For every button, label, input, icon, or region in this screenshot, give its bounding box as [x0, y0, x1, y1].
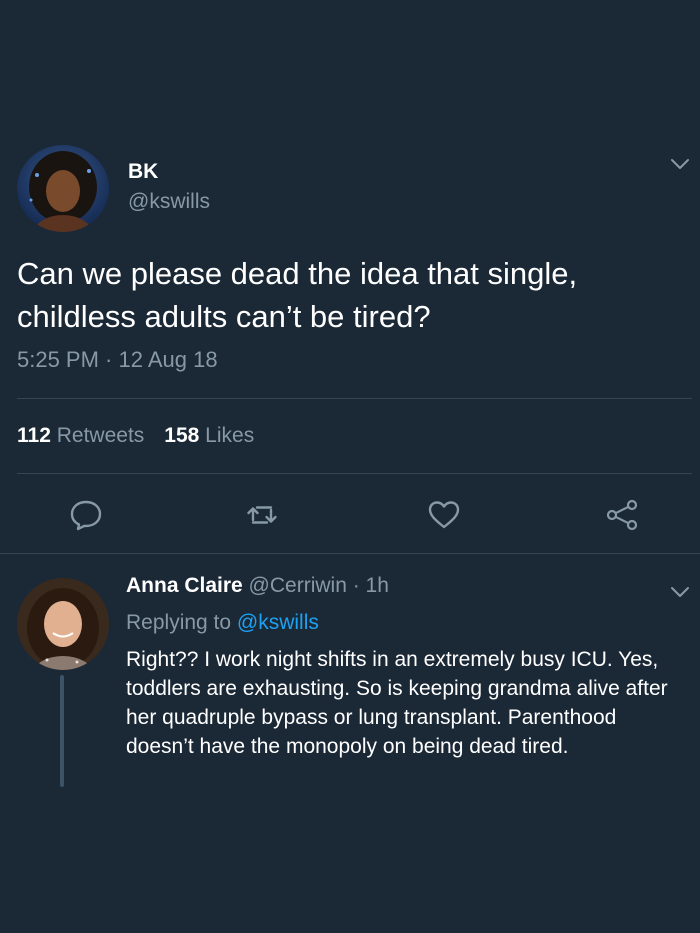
- author-name[interactable]: BK: [128, 160, 158, 184]
- tweet-timestamp[interactable]: 5:25 PM · 12 Aug 18: [17, 347, 218, 373]
- divider: [17, 398, 692, 399]
- reply-author-name[interactable]: Anna Claire: [126, 574, 243, 597]
- divider: [0, 553, 700, 554]
- reply-text: Right?? I work night shifts in an extrem…: [126, 648, 668, 758]
- share-icon[interactable]: [605, 498, 639, 532]
- divider: [17, 473, 692, 474]
- replying-to-handle-link[interactable]: @kswills: [237, 611, 319, 634]
- reply-icon[interactable]: [69, 498, 103, 532]
- tweet-text: Can we please dead the idea that single,…: [17, 256, 578, 334]
- retweet-icon[interactable]: [245, 498, 279, 532]
- reply-author-meta[interactable]: @Cerriwin · 1h: [249, 574, 389, 597]
- engagement-stats: 112 Retweets 158 Likes: [17, 424, 254, 448]
- retweet-count: 112: [17, 424, 51, 447]
- author-handle[interactable]: @kswills: [128, 190, 210, 214]
- chevron-down-icon[interactable]: [668, 580, 692, 604]
- like-count: 158: [164, 424, 200, 447]
- likes-link[interactable]: 158 Likes: [164, 424, 254, 447]
- author-avatar[interactable]: [17, 145, 109, 232]
- retweet-label: Retweets: [56, 424, 145, 447]
- like-label: Likes: [205, 424, 255, 447]
- retweets-link[interactable]: 112 Retweets: [17, 424, 144, 447]
- replying-to: Replying to @kswills: [126, 611, 319, 635]
- heart-icon[interactable]: [427, 498, 461, 532]
- replying-to-prefix: Replying to: [126, 611, 232, 634]
- thread-line: [60, 675, 64, 787]
- reply-header: Anna Claire @Cerriwin · 1h: [126, 574, 389, 598]
- reply-author-avatar[interactable]: [17, 578, 109, 670]
- chevron-down-icon[interactable]: [668, 152, 692, 176]
